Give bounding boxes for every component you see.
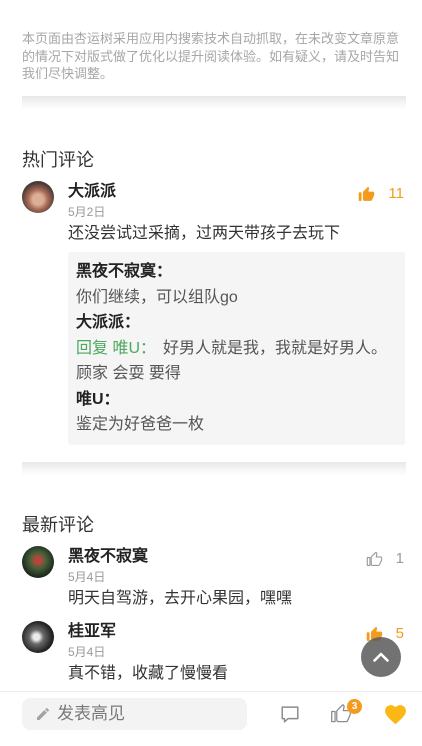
reply-to-link[interactable]: 回复 唯U： xyxy=(76,340,156,357)
like-count: 1 xyxy=(395,550,404,567)
avatar[interactable] xyxy=(22,546,54,578)
comment-date: 5月4日 xyxy=(68,570,106,584)
like-button[interactable]: 1 xyxy=(366,549,404,569)
pencil-icon xyxy=(37,707,50,720)
reply-author[interactable]: 唯U： xyxy=(76,387,395,413)
comment-date: 5月2日 xyxy=(68,205,106,219)
compose-comment-field[interactable] xyxy=(22,698,247,730)
comment-author[interactable]: 桂亚军 xyxy=(68,622,116,642)
like-count: 5 xyxy=(395,625,404,642)
reply-author[interactable]: 大派派： xyxy=(76,310,395,336)
reply-text: 你们继续，可以组队go xyxy=(76,288,238,306)
chevron-up-icon xyxy=(373,652,389,662)
heart-icon[interactable] xyxy=(383,702,408,727)
like-count: 11 xyxy=(388,185,404,202)
reply-text: 鉴定为好爸爸一枚 xyxy=(76,416,205,433)
comment-item: 桂亚军 5月4日 5 真不错，收藏了慢慢看 xyxy=(22,621,406,685)
comment-author[interactable]: 黑夜不寂寞 xyxy=(68,547,148,567)
comment-date: 5月4日 xyxy=(68,645,106,659)
reply-thread: 黑夜不寂寞： 你们继续，可以组队go 大派派： 回复 唯U： 好男人就是我，我就是… xyxy=(68,252,405,445)
comment-text: 明天自驾游，去开心果园，嘿嘿 xyxy=(68,590,293,607)
section-divider xyxy=(22,462,406,476)
thumbs-up-outline-icon xyxy=(366,551,382,566)
avatar[interactable] xyxy=(22,181,54,213)
reply-text-container: 回复 唯U： 好男人就是我，我就是好男人。顾家 会耍 要得 xyxy=(76,336,395,387)
comment-text: 真不错，收藏了慢慢看 xyxy=(68,665,229,682)
section-divider xyxy=(22,96,406,110)
reply-author[interactable]: 黑夜不寂寞： xyxy=(76,259,395,285)
comment-input[interactable] xyxy=(57,704,237,724)
comment-icon[interactable] xyxy=(279,703,301,725)
scroll-to-top-button[interactable] xyxy=(361,637,401,677)
like-button[interactable]: 11 xyxy=(358,184,404,204)
like-count-badge: 3 xyxy=(347,699,362,714)
comment-text: 还没尝试过采摘，过两天带孩子去玩下 xyxy=(68,225,341,242)
comment-author[interactable]: 大派派 xyxy=(68,182,116,202)
hot-comments-heading: 热门评论 xyxy=(22,150,94,170)
comment-item: 黑夜不寂寞 5月4日 1 明天自驾游，去开心果园，嘿嘿 xyxy=(22,546,406,610)
disclaimer-text: 本页面由杏运树采用应用内搜索技术自动抓取，在未改变文章原意的情况下对版式做了优化… xyxy=(22,31,400,81)
comment-item: 大派派 5月2日 11 还没尝试过采摘，过两天带孩子去玩下 xyxy=(22,181,406,245)
thumbs-up-icon xyxy=(359,186,375,201)
bottom-action-bar: 3 xyxy=(0,691,422,746)
latest-comments-heading: 最新评论 xyxy=(22,515,94,535)
avatar[interactable] xyxy=(22,621,54,653)
